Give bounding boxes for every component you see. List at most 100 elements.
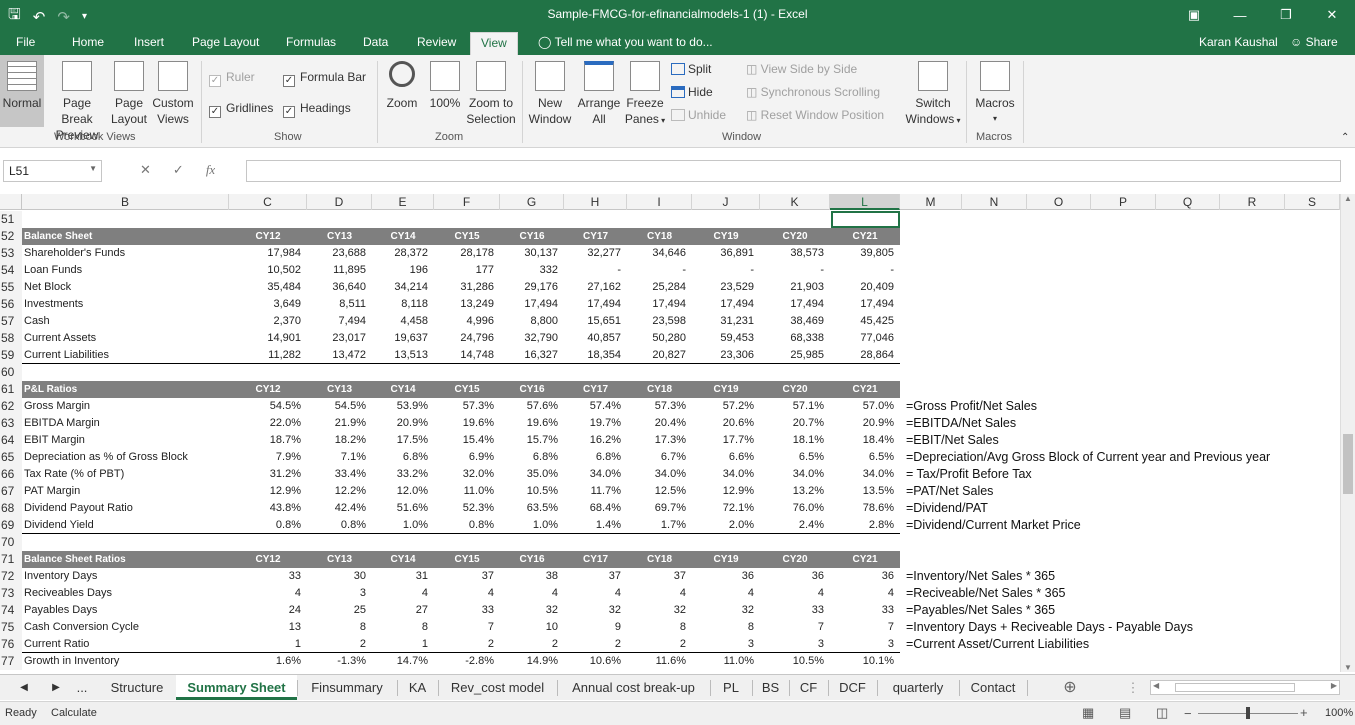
next-sheet-icon[interactable]: ▶ (46, 675, 66, 700)
row-number[interactable]: 56 (0, 296, 22, 313)
value-cell[interactable]: 30 (307, 568, 372, 585)
zoom-level[interactable]: 100% (1325, 707, 1353, 719)
row-label[interactable]: Loan Funds (24, 262, 229, 279)
value-cell[interactable]: 10 (500, 619, 564, 636)
value-cell[interactable]: 4 (692, 585, 760, 602)
value-cell[interactable]: 14.7% (372, 653, 434, 670)
value-cell[interactable]: 19.7% (564, 415, 627, 432)
value-cell[interactable]: 4 (564, 585, 627, 602)
year-header[interactable]: CY21 (830, 228, 900, 245)
sheet-tab-finsummary[interactable]: Finsummary (297, 675, 397, 700)
zoom-100-button[interactable]: 100% (425, 61, 465, 111)
value-cell[interactable]: 36 (830, 568, 900, 585)
column-header-d[interactable]: D (307, 194, 372, 210)
value-cell[interactable]: 51.6% (372, 500, 434, 517)
vertical-scrollbar[interactable]: ▲ ▼ (1340, 194, 1355, 672)
headings-checkbox[interactable]: ✓ Headings (283, 101, 351, 118)
value-cell[interactable]: 36,640 (307, 279, 372, 296)
column-header-h[interactable]: H (564, 194, 627, 210)
value-cell[interactable]: 6.9% (434, 449, 500, 466)
value-cell[interactable]: 33.2% (372, 466, 434, 483)
row-number[interactable]: 52 (0, 228, 22, 245)
normal-view-status-icon[interactable]: ▦ (1082, 705, 1094, 721)
column-header-f[interactable]: F (434, 194, 500, 210)
value-cell[interactable]: 15.4% (434, 432, 500, 449)
year-header[interactable]: CY19 (692, 551, 760, 568)
value-cell[interactable]: 22.0% (229, 415, 307, 432)
value-cell[interactable]: 3 (830, 636, 900, 653)
value-cell[interactable]: 29,176 (500, 279, 564, 296)
value-cell[interactable]: 1 (372, 636, 434, 653)
value-cell[interactable]: 8,118 (372, 296, 434, 313)
year-header[interactable]: CY20 (760, 381, 830, 398)
year-header[interactable]: CY12 (229, 551, 307, 568)
value-cell[interactable]: 4,996 (434, 313, 500, 330)
value-cell[interactable]: 37 (564, 568, 627, 585)
sheet-tab-annual-cost-break-up[interactable]: Annual cost break-up (557, 675, 710, 700)
value-cell[interactable]: 1.6% (229, 653, 307, 670)
value-cell[interactable]: 17,494 (627, 296, 692, 313)
formula-note[interactable]: =PAT/Net Sales (906, 483, 993, 500)
value-cell[interactable]: -2.8% (434, 653, 500, 670)
value-cell[interactable]: 18.2% (307, 432, 372, 449)
column-header-p[interactable]: P (1091, 194, 1156, 210)
value-cell[interactable]: 43.8% (229, 500, 307, 517)
zoom-in-icon[interactable]: + (1300, 705, 1308, 720)
value-cell[interactable]: 7,494 (307, 313, 372, 330)
minimize-button[interactable]: — (1217, 0, 1263, 30)
value-cell[interactable]: 17,494 (760, 296, 830, 313)
value-cell[interactable]: 1.0% (500, 517, 564, 534)
ruler-checkbox[interactable]: ✓ Ruler (209, 70, 255, 87)
value-cell[interactable]: 37 (434, 568, 500, 585)
value-cell[interactable]: 19.6% (500, 415, 564, 432)
value-cell[interactable]: 8,800 (500, 313, 564, 330)
year-header[interactable]: CY17 (564, 228, 627, 245)
gridlines-checkbox[interactable]: ✓ Gridlines (209, 101, 273, 118)
value-cell[interactable]: 20.9% (830, 415, 900, 432)
value-cell[interactable]: 32,277 (564, 245, 627, 262)
value-cell[interactable]: 12.9% (692, 483, 760, 500)
value-cell[interactable]: 34.0% (830, 466, 900, 483)
value-cell[interactable]: 19.6% (434, 415, 500, 432)
formula-note[interactable]: =Reciveable/Net Sales * 365 (906, 585, 1065, 602)
row-label[interactable]: Reciveables Days (24, 585, 229, 602)
value-cell[interactable]: 17.3% (627, 432, 692, 449)
year-header[interactable]: CY12 (229, 228, 307, 245)
value-cell[interactable]: 27 (372, 602, 434, 619)
value-cell[interactable]: 332 (500, 262, 564, 279)
year-header[interactable]: CY18 (627, 228, 692, 245)
name-box[interactable]: L51 ▼ (3, 160, 102, 182)
year-header[interactable]: CY15 (434, 551, 500, 568)
value-cell[interactable]: 20,827 (627, 347, 692, 364)
value-cell[interactable]: 38 (500, 568, 564, 585)
value-cell[interactable]: 8 (307, 619, 372, 636)
value-cell[interactable]: 33 (830, 602, 900, 619)
scroll-down-icon[interactable]: ▼ (1341, 663, 1355, 672)
value-cell[interactable]: 3 (692, 636, 760, 653)
row-number[interactable]: 60 (0, 364, 22, 381)
formula-note[interactable]: =Inventory/Net Sales * 365 (906, 568, 1055, 585)
value-cell[interactable]: 11,895 (307, 262, 372, 279)
row-label[interactable]: Current Liabilities (24, 347, 229, 364)
value-cell[interactable]: 36,891 (692, 245, 760, 262)
value-cell[interactable]: 13,513 (372, 347, 434, 364)
value-cell[interactable]: 2 (627, 636, 692, 653)
formula-note[interactable]: =Inventory Days + Reciveable Days - Paya… (906, 619, 1193, 636)
row-label[interactable]: Shareholder's Funds (24, 245, 229, 262)
tab-home[interactable]: Home (72, 35, 104, 49)
row-number[interactable]: 74 (0, 602, 22, 619)
value-cell[interactable]: 10.1% (830, 653, 900, 670)
column-header-o[interactable]: O (1027, 194, 1091, 210)
zoom-button[interactable]: Zoom (382, 61, 422, 111)
column-header-s[interactable]: S (1285, 194, 1340, 210)
value-cell[interactable]: 34,646 (627, 245, 692, 262)
scroll-up-icon[interactable]: ▲ (1341, 194, 1355, 203)
worksheet-grid[interactable]: 51 52 Balance Sheet CY12 CY13 CY14 CY15 CY16 CY1… (0, 211, 1340, 672)
value-cell[interactable]: 68.4% (564, 500, 627, 517)
row-label[interactable]: Gross Margin (24, 398, 229, 415)
value-cell[interactable]: 35.0% (500, 466, 564, 483)
select-all-button[interactable] (0, 194, 22, 210)
row-number[interactable]: 68 (0, 500, 22, 517)
value-cell[interactable]: 17,494 (500, 296, 564, 313)
row-label[interactable]: EBITDA Margin (24, 415, 229, 432)
